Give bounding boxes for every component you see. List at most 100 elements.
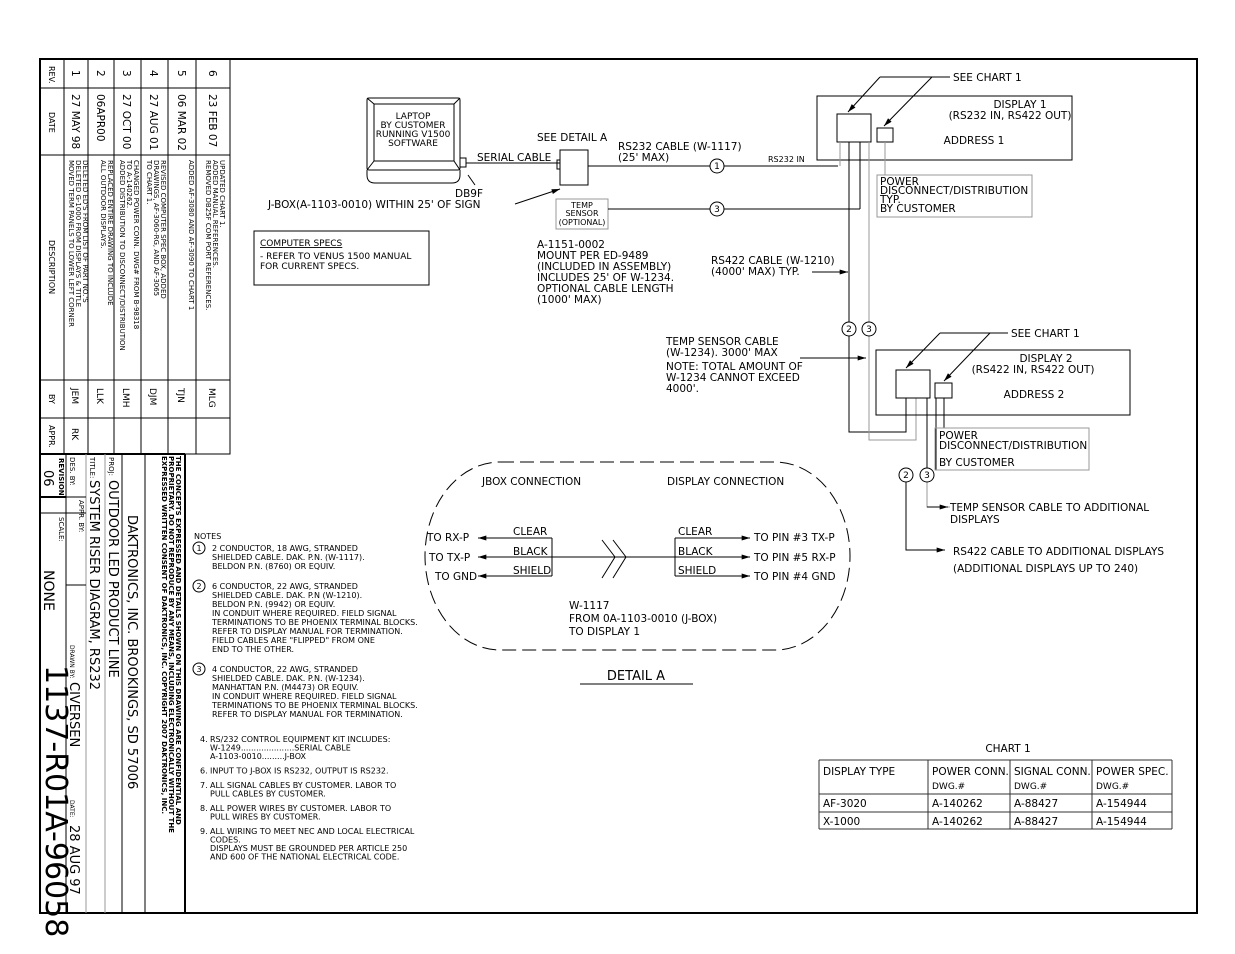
note-marker-text: 1 xyxy=(196,544,201,553)
note-line: PULL CABLES BY CUSTOMER. xyxy=(210,790,326,799)
power-2-line-3: BY CUSTOMER xyxy=(939,457,1015,469)
company-name: DAKTRONICS, INC. BROOKINGS, SD 57006 xyxy=(124,515,139,789)
note-line: SHIELDED CABLE. DAK. P.N (W-1210). xyxy=(212,591,362,600)
rev-date: 06APR00 xyxy=(94,94,106,142)
svg-text:TO RX-P: TO RX-P xyxy=(426,532,469,544)
note-number: 4. xyxy=(200,735,208,744)
chart-1-cell: A-140262 xyxy=(932,816,983,828)
revision-block-text: REV.DATEDESCRIPTIONBYAPPR.127 MAY 98DELE… xyxy=(47,66,226,448)
to-additional-temp-2: DISPLAYS xyxy=(950,514,1000,526)
revision-label: REVISION xyxy=(57,458,65,496)
display-1-signal-panel xyxy=(836,113,872,143)
laptop-label-4: SOFTWARE xyxy=(388,139,438,149)
svg-text:CLEAR: CLEAR xyxy=(513,526,547,538)
by-header: BY xyxy=(47,394,56,404)
svg-text:TO GND: TO GND xyxy=(434,571,477,583)
svg-text:TO PIN #4 GND: TO PIN #4 GND xyxy=(753,571,836,583)
svg-text:BLACK: BLACK xyxy=(678,546,714,558)
see-chart-1-label-1: SEE CHART 1 xyxy=(953,72,1022,84)
cable-marker-3-text: 3 xyxy=(714,205,720,215)
rev-number: 2 xyxy=(94,70,106,77)
temp-sensor-label-3: (OPTIONAL) xyxy=(559,218,606,227)
note-number: 8. xyxy=(200,804,208,813)
chart-1-table: DISPLAY TYPE POWER CONN. DWG.# SIGNAL CONN.… xyxy=(818,759,1173,830)
chart-1-header: SIGNAL CONN. xyxy=(1014,766,1091,778)
display-2-subtitle: (RS422 IN, RS422 OUT) xyxy=(972,364,1095,376)
rev-number: 6 xyxy=(206,70,218,77)
cable-marker-1-text: 1 xyxy=(714,162,720,172)
note-line: AND 600 OF THE NATIONAL ELECTRICAL CODE. xyxy=(210,853,399,862)
note-line: A-1103-0010.........J-BOX xyxy=(210,752,306,761)
jbox xyxy=(559,149,589,186)
chart-1-header: DISPLAY TYPE xyxy=(823,766,895,778)
note-line: INPUT TO J-BOX IS RS232, OUTPUT IS RS232… xyxy=(210,767,389,776)
display-1-power-panel xyxy=(876,127,894,143)
detail-a-jbox-side: TO RX-P TO TX-P TO GND CLEAR BLACK SHIEL… xyxy=(426,526,553,583)
rev-by: LMH xyxy=(120,388,130,408)
svg-text:4000'.: 4000'. xyxy=(666,383,699,395)
rev-date: 27 OCT 00 xyxy=(120,94,132,149)
chart-1-header: POWER SPEC. xyxy=(1096,766,1169,778)
note-marker-text: 2 xyxy=(196,582,201,591)
drawing-sheet: REV.DATEDESCRIPTIONBYAPPR.127 MAY 98DELE… xyxy=(38,58,1198,937)
chart-1-header: POWER CONN. xyxy=(932,766,1009,778)
jbox-label: J-BOX(A-1103-0010) WITHIN 25' OF SIGN xyxy=(267,199,481,211)
temp-sensor-label-2: SENSOR xyxy=(565,209,598,218)
rev-date: 23 FEB 07 xyxy=(206,94,218,147)
chart-1-cell: AF-3020 xyxy=(823,798,867,810)
note-line: BELDON P.N. (9942) OR EQUIV. xyxy=(212,600,335,609)
jbox-connection-heading: JBOX CONNECTION xyxy=(481,476,581,488)
note-line: TERMINATIONS TO BE PHOENIX TERMINAL BLOC… xyxy=(211,618,418,627)
cable-marker-3b-text: 3 xyxy=(924,471,930,481)
note-line: SHIELDED CABLE. DAK. P.N. (W-1234). xyxy=(212,674,365,683)
rs232-cable-max: (25' MAX) xyxy=(618,152,669,164)
chart-1-cell: A-88427 xyxy=(1014,798,1058,810)
proj-label: PROJ: xyxy=(107,457,115,476)
rs422-cable-max: (4000' MAX) TYP. xyxy=(711,266,800,278)
note-line: ALL WIRING TO MEET NEC AND LOCAL ELECTRI… xyxy=(210,827,415,836)
cable-break-symbol xyxy=(601,539,627,579)
temp-mount-text: A-1151-0002 MOUNT PER ED-9489 (INCLUDED … xyxy=(537,239,674,306)
note-number: 9. xyxy=(200,827,208,836)
see-detail-a-label: SEE DETAIL A xyxy=(537,132,608,144)
chart-1-cell: A-154944 xyxy=(1096,798,1147,810)
rev-description: ADDED AF-3080 AND AF-3090 TO CHART 1 xyxy=(187,160,195,310)
title-block-text: THE CONCEPTS EXPRESSED AND DETAILS SHOWN… xyxy=(38,456,182,937)
to-additional-temp-1: TEMP SENSOR CABLE TO ADDITIONAL xyxy=(949,502,1149,514)
chart-1-header-sub: DWG.# xyxy=(932,782,965,792)
serial-cable-label: SERIAL CABLE xyxy=(477,152,551,164)
drawing-number: 1137-R01A-96058 xyxy=(38,665,73,937)
note-line: PULL WIRES BY CUSTOMER. xyxy=(210,813,321,822)
computer-specs-line-1: - REFER TO VENUS 1500 MANUAL xyxy=(260,252,411,262)
rev-header: REV. xyxy=(47,66,56,84)
scale-value: NONE xyxy=(40,570,56,611)
description-header: DESCRIPTION xyxy=(47,240,56,294)
rev-by: DJM xyxy=(147,388,157,405)
note-line: IN CONDUIT WHERE REQUIRED. FIELD SIGNAL xyxy=(212,609,397,618)
note-line: BELDON P.N. (8760) OR EQUIV. xyxy=(212,562,335,571)
rev-by: LLK xyxy=(94,388,104,405)
rev-appr: RK xyxy=(69,428,79,441)
to-additional-rs422-2: (ADDITIONAL DISPLAYS UP TO 240) xyxy=(953,563,1138,575)
see-chart-1-label-2: SEE CHART 1 xyxy=(1011,328,1080,340)
chart-1-cell: A-88427 xyxy=(1014,816,1058,828)
rev-description: MOVED TERM PANELS TO LOWER LEFT CORNER xyxy=(67,160,75,327)
rev-number: 4 xyxy=(147,70,159,77)
rev-number: 3 xyxy=(120,70,132,77)
rev-description: ALL OUTDOOR DISPLAYS. xyxy=(99,160,107,249)
note-line: REFER TO DISPLAY MANUAL FOR TERMINATION. xyxy=(212,627,403,636)
rev-by: JEM xyxy=(69,387,79,404)
to-additional-rs422-1: RS422 CABLE TO ADDITIONAL DISPLAYS xyxy=(953,546,1164,558)
display-2-power-panel xyxy=(934,382,953,399)
note-line: 2 CONDUCTOR, 18 AWG, STRANDED xyxy=(212,544,358,553)
notes: NOTES1 2 CONDUCTOR, 18 AWG, STRANDEDSHIEL… xyxy=(192,532,418,862)
cable-marker-2b-text: 2 xyxy=(903,471,909,481)
power-1-line-4: BY CUSTOMER xyxy=(880,203,956,215)
svg-text:(W-1234). 3000' MAX: (W-1234). 3000' MAX xyxy=(666,347,778,359)
des-by-label: DES. BY: xyxy=(68,457,76,486)
rev-by: MLG xyxy=(206,388,216,408)
rev-description: TO CHART 1. xyxy=(145,159,153,205)
rev-date: 06 MAR 02 xyxy=(175,94,187,151)
scale-label: SCALE: xyxy=(57,517,65,542)
note-line: REFER TO DISPLAY MANUAL FOR TERMINATION. xyxy=(212,710,403,719)
